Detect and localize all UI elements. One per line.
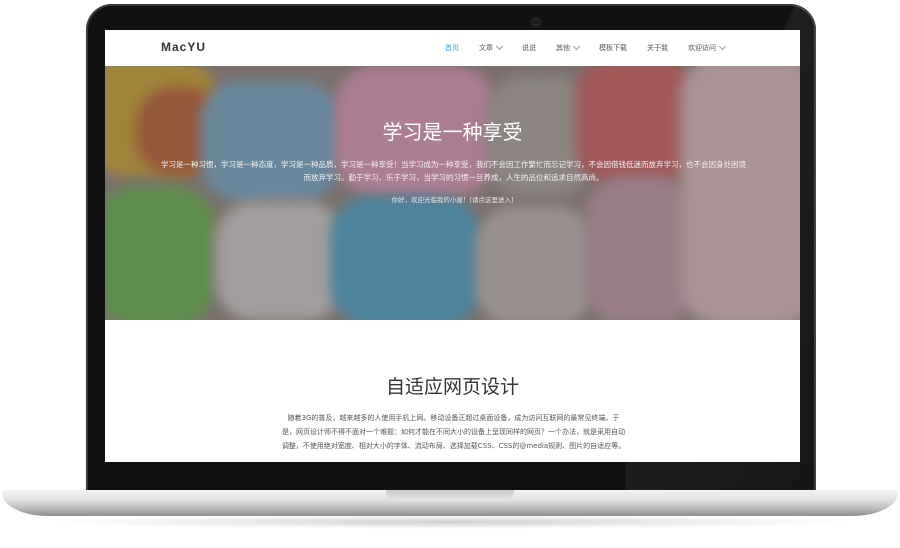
laptop-shadow <box>40 515 860 529</box>
hero-overlay <box>105 66 800 320</box>
hero-welcome-link[interactable]: 你好，欢迎光临我的小屋！[请点这里进入] <box>105 194 800 204</box>
nav-item-talk[interactable]: 说说 <box>522 43 536 53</box>
chevron-down-icon <box>572 42 581 51</box>
chevron-down-icon <box>495 42 504 51</box>
hero-banner: 学习是一种享受 学习是一种习惯，学习是一种态度，学习是一种品质，学习是一种享受！… <box>105 66 800 320</box>
nav-item-about[interactable]: 关于我 <box>647 43 668 53</box>
section-title: 自适应网页设计 <box>385 376 519 398</box>
nav-item-welcome[interactable]: 欢迎访问 <box>688 42 727 53</box>
camera-icon <box>532 18 540 26</box>
nav-item-label: 模板下载 <box>599 44 627 52</box>
nav-item-label: 其他 <box>556 44 570 52</box>
laptop-screen: MacYU 首页 文章 说说 其他 模板下载 关于我 欢迎访问 学习是一种享受 … <box>105 30 800 462</box>
hero-title: 学习是一种享受 <box>382 120 523 144</box>
section-text: 随着3G的普及，越来越多的人使用手机上网。移动设备正超过桌面设备，成为访问互联网… <box>281 414 626 450</box>
nav-item-label: 关于我 <box>647 44 668 52</box>
site-logo[interactable]: MacYU <box>161 40 206 54</box>
nav-item-articles[interactable]: 文章 <box>479 42 504 53</box>
nav-item-home[interactable]: 首页 <box>445 43 459 53</box>
nav-item-other[interactable]: 其他 <box>556 42 581 53</box>
nav-item-label: 说说 <box>522 44 536 52</box>
hero-text: 学习是一种习惯，学习是一种态度，学习是一种品质，学习是一种享受！当学习成为一种享… <box>161 160 746 182</box>
chevron-down-icon <box>718 42 727 51</box>
nav-item-label: 首页 <box>445 44 459 52</box>
laptop-notch <box>386 490 514 501</box>
top-navbar: MacYU 首页 文章 说说 其他 模板下载 关于我 欢迎访问 <box>105 30 800 66</box>
nav-item-label: 文章 <box>479 44 493 52</box>
nav-item-templates[interactable]: 模板下载 <box>599 43 627 53</box>
nav-item-label: 欢迎访问 <box>688 44 716 52</box>
main-nav: 首页 文章 说说 其他 模板下载 关于我 欢迎访问 <box>445 30 745 66</box>
